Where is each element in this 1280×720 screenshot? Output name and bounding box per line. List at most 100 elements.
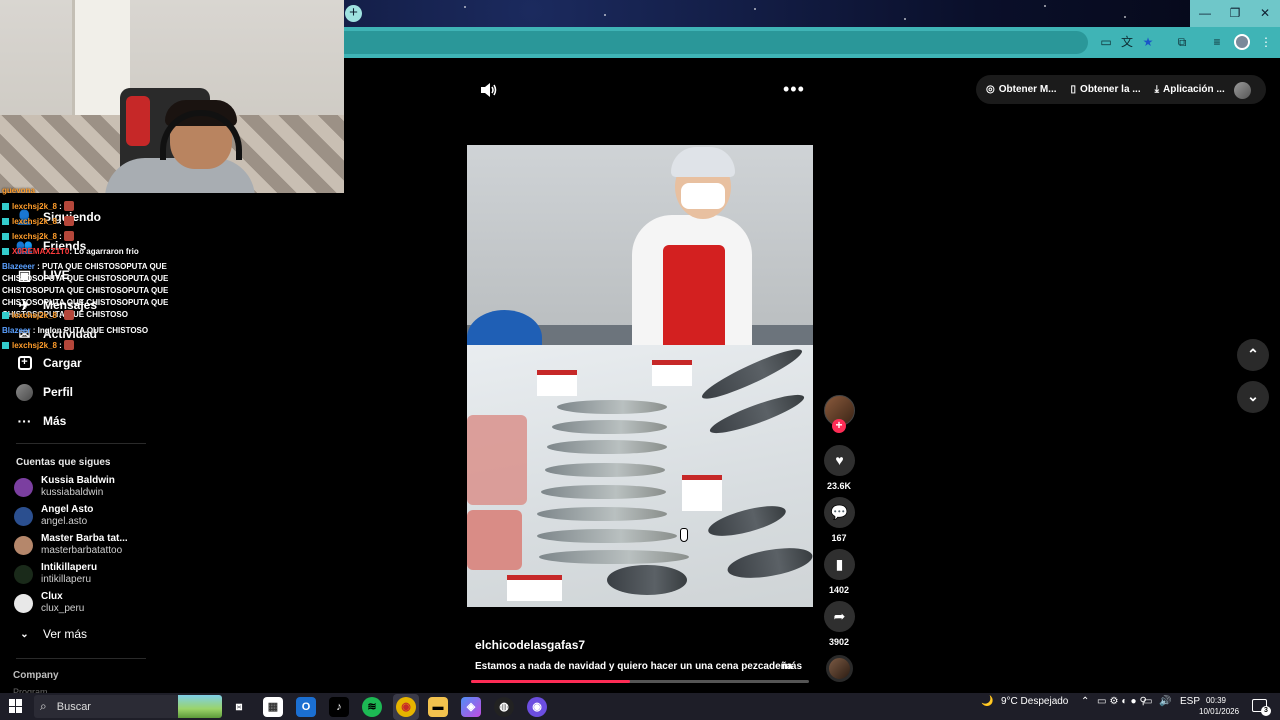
- video-progress-bar[interactable]: [471, 680, 809, 683]
- spotify-icon[interactable]: ≋: [362, 697, 382, 717]
- avatar: [14, 564, 33, 584]
- more-options-icon[interactable]: •••: [783, 80, 805, 98]
- more-icon: ···: [17, 413, 32, 429]
- store-icon[interactable]: ▦: [263, 697, 283, 717]
- account-handle: kussiabaldwin: [41, 487, 104, 498]
- chat-username: lexchsj2k_8: [12, 341, 57, 350]
- upload-icon: +: [16, 355, 33, 372]
- comment-button[interactable]: 💬: [824, 497, 855, 528]
- translate-icon[interactable]: 文: [1118, 34, 1136, 50]
- user-avatar[interactable]: [1234, 82, 1251, 99]
- save-button[interactable]: ▮: [824, 549, 855, 580]
- like-count: 23.6K: [826, 481, 852, 491]
- see-more-button[interactable]: ⌄ Ver más: [16, 623, 87, 645]
- chat-username: Blazeer: [2, 326, 31, 335]
- kebab-menu-icon[interactable]: ⋮: [1257, 34, 1275, 50]
- chat-username: Blazeeer: [2, 262, 35, 271]
- emote-icon: [64, 340, 75, 350]
- obs-icon[interactable]: ◍: [494, 697, 514, 717]
- like-button[interactable]: ♥: [824, 445, 855, 476]
- account-handle: intikillaperu: [41, 574, 92, 585]
- weather-icon[interactable]: 🌙: [981, 696, 993, 707]
- address-bar[interactable]: [344, 31, 1088, 54]
- chrome-alt-icon[interactable]: ◉: [527, 697, 547, 717]
- chat-username: guevona: [2, 186, 35, 195]
- emote-icon: [64, 310, 75, 320]
- company-link[interactable]: Company: [13, 670, 59, 681]
- minimize-button[interactable]: —: [1190, 0, 1220, 27]
- account-name: Clux: [41, 591, 63, 602]
- video-progress-fill: [471, 680, 630, 683]
- following-account[interactable]: Angel Asto angel.asto: [14, 503, 144, 529]
- avatar: [14, 506, 33, 526]
- chevron-up-icon[interactable]: ⌃: [1081, 696, 1089, 707]
- previous-video-button[interactable]: ⌃: [1237, 339, 1269, 371]
- speaker-icon[interactable]: 🔊: [1159, 696, 1171, 707]
- outlook-icon[interactable]: O: [296, 697, 316, 717]
- new-tab-button[interactable]: +: [345, 5, 362, 22]
- webcam-overlay: [0, 0, 344, 193]
- copilot-icon[interactable]: ◈: [461, 697, 481, 717]
- mouse-cursor: [680, 528, 688, 542]
- clock-date: 10/01/2026: [1199, 707, 1240, 716]
- chat-message: :: [59, 202, 62, 211]
- desktop-app-button[interactable]: ⤓ Aplicación ...: [1155, 84, 1225, 95]
- sidebar-item-mas[interactable]: ··· Más: [16, 410, 67, 432]
- chrome-icon[interactable]: ◉: [396, 697, 416, 717]
- task-view-icon[interactable]: ⧈: [229, 697, 249, 717]
- get-coins-button[interactable]: ◎ Obtener M...: [986, 84, 1057, 95]
- follow-creator-button[interactable]: +: [832, 419, 846, 433]
- cast-icon[interactable]: ▭: [1097, 34, 1115, 50]
- close-window-button[interactable]: ✕: [1250, 0, 1280, 27]
- chat-username: lexchsj2k_8: [12, 232, 57, 241]
- desktop-app-label: Aplicación ...: [1163, 84, 1225, 95]
- share-button[interactable]: ➦: [824, 601, 855, 632]
- emote-icon: [64, 231, 75, 241]
- account-name: Intikillaperu: [41, 562, 98, 573]
- sidebar-item-label: Cargar: [43, 356, 82, 370]
- weather-text[interactable]: 9°C Despejado: [1001, 696, 1068, 707]
- taskbar-search[interactable]: ⌕ Buscar: [34, 695, 222, 718]
- bookmark-star-icon[interactable]: ★: [1139, 34, 1157, 50]
- media-icon[interactable]: ≡: [1208, 34, 1226, 50]
- following-account[interactable]: Kussia Baldwin kussiabaldwin: [14, 474, 144, 500]
- next-video-button[interactable]: ⌄: [1237, 381, 1269, 413]
- following-account[interactable]: Master Barba tat... masterbarbatattoo: [14, 532, 144, 558]
- chat-message: :: [59, 311, 62, 320]
- sidebar-item-perfil[interactable]: Perfil: [16, 381, 73, 403]
- caption-more-link[interactable]: más: [782, 661, 802, 672]
- following-section-title: Cuentas que sigues: [16, 457, 111, 468]
- account-handle: clux_peru: [41, 603, 85, 614]
- browser-tab-strip: [344, 0, 1280, 27]
- restore-button[interactable]: ❐: [1220, 0, 1250, 27]
- network-icon[interactable]: ▭: [1143, 696, 1152, 707]
- sidebar-item-label: Perfil: [43, 385, 74, 399]
- video-player[interactable]: [467, 145, 813, 607]
- volume-icon[interactable]: [480, 82, 498, 98]
- comment-icon: 💬: [830, 504, 849, 520]
- profile-avatar[interactable]: [1234, 34, 1250, 50]
- following-account[interactable]: Clux clux_peru: [14, 590, 144, 616]
- extensions-icon[interactable]: ⧉: [1173, 34, 1191, 50]
- system-clock[interactable]: 00:39 10/01/2026: [1199, 695, 1240, 717]
- sidebar-item-cargar[interactable]: + Cargar: [16, 352, 82, 374]
- avatar: [14, 535, 33, 555]
- tray-icons[interactable]: ▭⚙◐●⚲: [1097, 696, 1150, 707]
- windows-start-icon[interactable]: [9, 699, 23, 713]
- tiktok-icon[interactable]: ♪: [329, 697, 349, 717]
- input-language[interactable]: ESP: [1180, 696, 1200, 707]
- get-app-button[interactable]: ▯ Obtener la ...: [1071, 84, 1141, 95]
- account-name: Angel Asto: [41, 504, 94, 515]
- music-disc[interactable]: [826, 655, 853, 682]
- streamer: [105, 100, 255, 193]
- video-author[interactable]: elchicodelasgafas7: [475, 638, 585, 652]
- clock-time: 00:39: [1205, 696, 1227, 705]
- file-explorer-icon[interactable]: ▬: [428, 697, 448, 717]
- account-name: Kussia Baldwin: [41, 475, 115, 486]
- chat-message: :: [59, 217, 62, 226]
- following-account[interactable]: Intikillaperu intikillaperu: [14, 561, 144, 587]
- notification-count: 3: [1261, 706, 1271, 716]
- taskbar-search-label: Buscar: [56, 700, 91, 713]
- screen: + — ❐ ✕ ▭ 文 ★ ⧉ ≡ ⋮ 👤 Siguiendo 👥 Friend…: [0, 0, 1280, 720]
- coin-icon: ◎: [986, 84, 995, 95]
